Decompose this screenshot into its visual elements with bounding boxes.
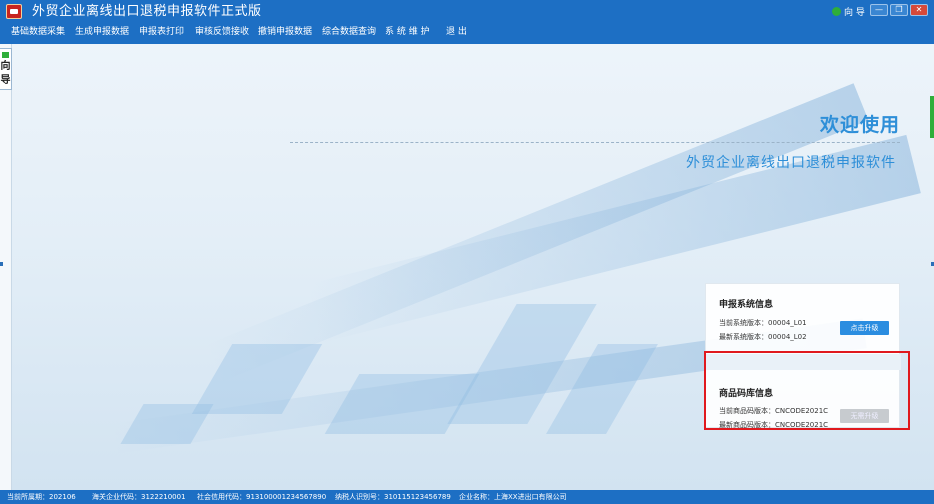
side-wizard-tab[interactable]: 向 导	[0, 48, 12, 90]
menu-exit[interactable]: 退 出	[446, 26, 467, 39]
system-info-title: 申报系统信息	[719, 300, 774, 310]
status-bar: 当前所属期：202106 海关企业代码：3122210001 社会信用代码：91…	[0, 490, 934, 504]
wizard-flag-icon	[2, 52, 9, 58]
system-upgrade-button[interactable]: 点击升级	[840, 321, 889, 335]
window-title: 外贸企业离线出口退税申报软件正式版	[32, 4, 262, 19]
minimize-button[interactable]: —	[870, 4, 888, 16]
wizard-flag-icon	[832, 7, 841, 16]
menu-generate-data[interactable]: 生成申报数据	[75, 26, 129, 39]
menu-bar: 基础数据采集 生成申报数据 申报表打印 审核反馈接收 撤销申报数据 综合数据查询…	[0, 24, 934, 44]
menu-system[interactable]: 系 统 维 护	[385, 26, 430, 39]
menu-feedback[interactable]: 审核反馈接收	[195, 26, 249, 39]
status-customs-code: 海关企业代码：3122210001	[92, 493, 186, 501]
status-credit-code: 社会信用代码：913100001234567890	[197, 493, 327, 501]
decor-slab	[324, 374, 480, 434]
app-logo-icon	[6, 4, 22, 19]
title-bar: 外贸企业离线出口退税申报软件正式版 向 导 — ❐ ✕	[0, 0, 934, 24]
menu-query[interactable]: 综合数据查询	[322, 26, 376, 39]
wizard-button[interactable]: 向 导	[832, 5, 865, 18]
welcome-heading: 欢迎使用	[819, 114, 900, 136]
system-latest-version: 最新系统版本：00004_L02	[719, 333, 807, 341]
divider	[290, 142, 900, 143]
wizard-label: 向 导	[844, 8, 865, 18]
highlight-box	[704, 351, 910, 430]
status-company: 企业名称：上海XX进出口有限公司	[459, 493, 567, 501]
menu-print-forms[interactable]: 申报表打印	[139, 26, 184, 39]
right-edge-tab	[930, 96, 934, 138]
menu-revoke[interactable]: 撤销申报数据	[258, 26, 312, 39]
status-taxpayer-id: 纳税人识别号：310115123456789	[335, 493, 451, 501]
left-strip	[0, 44, 12, 490]
welcome-subtitle: 外贸企业离线出口退税申报软件	[686, 155, 896, 171]
close-button[interactable]: ✕	[910, 4, 928, 16]
menu-basic-data[interactable]: 基础数据采集	[11, 26, 65, 39]
system-current-version: 当前系统版本：00004_L01	[719, 319, 807, 327]
side-wizard-label: 向 导	[0, 61, 11, 86]
resize-handle	[0, 262, 3, 266]
restore-button[interactable]: ❐	[890, 4, 908, 16]
status-period: 当前所属期：202106	[7, 493, 76, 501]
